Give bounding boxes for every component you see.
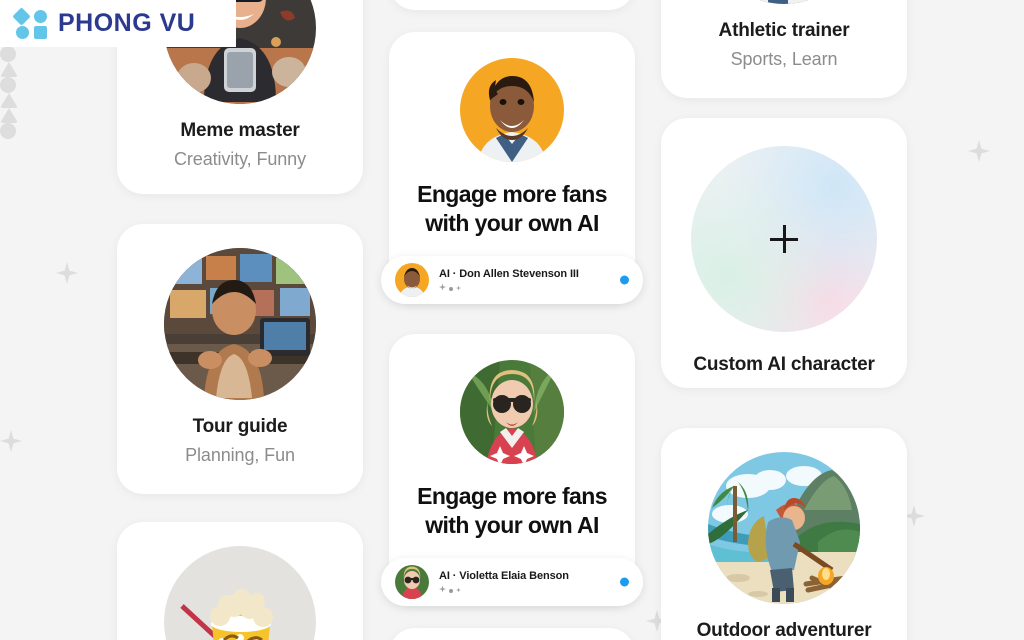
card-subtitle: Creativity, Funny bbox=[173, 149, 306, 169]
promo-card-violetta-elaia-benson[interactable]: Engage more fans with your own AI AI · V… bbox=[381, 334, 643, 606]
promo-card-partial-top[interactable] bbox=[389, 0, 635, 10]
character-card-athletic-trainer[interactable]: Athletic trainer Sports, Learn bbox=[661, 0, 907, 98]
circle-decor-icon bbox=[0, 77, 16, 93]
status-dot bbox=[620, 275, 629, 284]
don-allen-stevenson-avatar bbox=[395, 262, 429, 297]
app-stage: Meme master Creativity, Funny Tour guide… bbox=[0, 0, 1024, 640]
phongvu-shapes-icon bbox=[12, 6, 49, 39]
card-subtitle: Planning, Fun bbox=[185, 445, 295, 465]
promo-chip-violetta-elaia-benson[interactable]: AI · Violetta Elaia Benson bbox=[381, 557, 643, 606]
ai-sparkle-icon bbox=[439, 585, 569, 593]
character-card-outdoor-adventurer[interactable]: Outdoor adventurer bbox=[661, 428, 907, 640]
brand-logo-bar[interactable]: PHONG VU bbox=[0, 0, 236, 47]
sparkle-icon bbox=[56, 262, 78, 284]
promo-chip-don-allen-stevenson[interactable]: AI · Don Allen Stevenson III bbox=[381, 255, 643, 304]
tour-guide-avatar bbox=[164, 248, 316, 400]
triangle-decor-icon bbox=[0, 93, 18, 108]
athletic-trainer-avatar bbox=[708, 0, 860, 4]
sparkle-icon bbox=[0, 430, 22, 452]
character-card-tour-guide[interactable]: Tour guide Planning, Fun bbox=[117, 224, 363, 494]
custom-ai-character-card[interactable]: Custom AI character bbox=[661, 118, 907, 388]
violetta-elaia-benson-photo bbox=[460, 360, 564, 464]
don-allen-stevenson-photo bbox=[460, 58, 564, 162]
card-title: Athletic trainer bbox=[718, 20, 850, 41]
status-dot bbox=[620, 577, 629, 586]
sparkle-icon bbox=[968, 140, 990, 162]
outdoor-adventurer-avatar bbox=[708, 452, 860, 604]
promo-card-don-allen-stevenson[interactable]: Engage more fans with your own AI AI · D… bbox=[381, 32, 643, 304]
gradient-placeholder bbox=[691, 146, 877, 332]
circle-decor-icon bbox=[0, 123, 16, 139]
triangle-decor-icon bbox=[0, 62, 18, 77]
plus-icon bbox=[770, 225, 798, 253]
card-title: Custom AI character bbox=[693, 354, 875, 375]
ai-sparkle-icon bbox=[439, 283, 579, 291]
card-subtitle: Sports, Learn bbox=[730, 49, 838, 69]
popcorn-mascot-avatar bbox=[164, 546, 316, 640]
card-title: Tour guide bbox=[192, 416, 288, 437]
card-title: Meme master bbox=[180, 120, 300, 141]
chip-label: AI · Violetta Elaia Benson bbox=[439, 570, 569, 583]
promo-headline: Engage more fans with your own AI bbox=[417, 181, 607, 236]
violetta-elaia-benson-avatar bbox=[395, 564, 429, 599]
circle-decor-icon bbox=[0, 46, 16, 62]
chip-label: AI · Don Allen Stevenson III bbox=[439, 268, 579, 281]
character-card-popcorn[interactable] bbox=[117, 522, 363, 640]
brand-name: PHONG VU bbox=[58, 9, 196, 37]
promo-card-partial-bottom[interactable] bbox=[389, 628, 635, 640]
triangle-decor-icon bbox=[0, 108, 18, 123]
card-title: Outdoor adventurer bbox=[696, 620, 872, 640]
promo-headline: Engage more fans with your own AI bbox=[417, 483, 607, 538]
